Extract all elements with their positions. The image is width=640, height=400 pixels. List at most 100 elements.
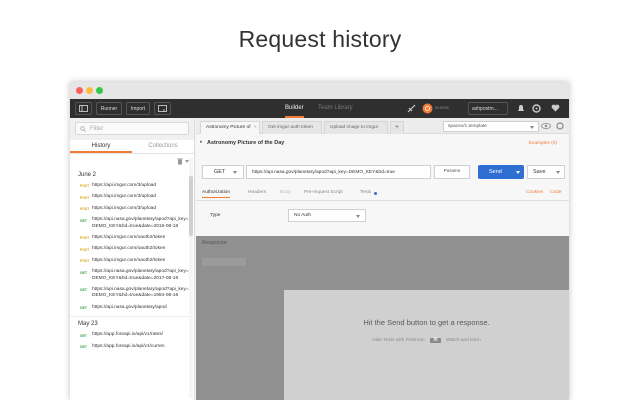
url-row: GET https://api.nasa.gov/planetary/apod?…: [196, 162, 569, 182]
history-item-url: https://api.nasa.gov/planetary/apod: [92, 304, 167, 310]
send-button[interactable]: Send: [478, 165, 524, 179]
history-item[interactable]: POST https://api.imgur.com/3/upload: [70, 183, 194, 189]
import-button[interactable]: Import: [126, 102, 150, 115]
tab-history[interactable]: History: [70, 140, 132, 153]
method-select[interactable]: GET: [202, 165, 244, 179]
history-item[interactable]: POST https://api.imgur.com/3/upload: [70, 194, 194, 200]
params-button[interactable]: Params: [434, 165, 470, 179]
maximize-window-button[interactable]: [96, 87, 103, 94]
request-tab[interactable]: Get imgur auth token: [262, 121, 322, 134]
history-item-url: https://api.nasa.gov/planetary/apod?api_…: [92, 269, 189, 281]
environment-value: spacex/1.template: [448, 124, 487, 129]
history-item-url: https://api.imgur.com/3/upload: [92, 183, 156, 188]
history-item[interactable]: GET https://api.nasa.gov/planetary/apod?a…: [70, 269, 194, 282]
settings-icon[interactable]: [556, 122, 564, 130]
tab-pre-request-script[interactable]: Pre-request Script: [304, 190, 343, 195]
tab-builder[interactable]: Builder: [285, 99, 304, 118]
cookies-link[interactable]: Cookies: [526, 190, 543, 195]
chevron-down-icon: [516, 171, 520, 174]
method-badge: GET: [80, 270, 87, 275]
chevron-down-icon: [530, 126, 534, 129]
history-item[interactable]: GET https://api.nasa.gov/planetary/apod?a…: [70, 287, 194, 300]
request-tab[interactable]: Upload image to imgur: [324, 121, 388, 134]
examples-link[interactable]: Examples (0): [529, 141, 557, 146]
tab-team-library[interactable]: Team Library: [318, 99, 353, 118]
request-name[interactable]: Astronomy Picture of the Day: [207, 140, 284, 146]
tab-authorization[interactable]: Authorization: [202, 190, 230, 198]
sidebar-tabs: History Collections: [70, 140, 194, 154]
settings-icon[interactable]: [532, 104, 541, 113]
filter-input[interactable]: Filter: [75, 122, 189, 135]
search-icon: [80, 125, 86, 132]
filter-placeholder: Filter: [90, 125, 104, 132]
tab-headers[interactable]: Headers: [248, 190, 266, 195]
sync-status: IN SYNC: [435, 106, 450, 110]
auth-type-value: No Auth: [294, 213, 312, 218]
sidebar-toggle-button[interactable]: [75, 102, 92, 115]
auth-section: Type No Auth: [196, 202, 569, 232]
filter-bar: Filter: [70, 118, 194, 140]
method-value: GET: [214, 169, 226, 175]
satellite-icon[interactable]: [407, 104, 416, 113]
tab-collections[interactable]: Collections: [132, 140, 194, 153]
bell-icon[interactable]: [517, 104, 525, 113]
method-badge: GET: [80, 218, 87, 223]
request-subtabs: Authorization Headers Body Pre-request S…: [196, 188, 569, 201]
app-window: Runner Import Builder Team Library IN SY…: [70, 82, 569, 400]
url-value: https://api.nasa.gov/planetary/apod?api_…: [252, 170, 395, 175]
close-icon[interactable]: ×: [254, 125, 257, 130]
tests-indicator-dot: [374, 192, 377, 195]
history-item[interactable]: POST https://api.imgur.com/oauth2/token: [70, 246, 194, 252]
history-item-url: https://api.imgur.com/oauth2/token: [92, 235, 166, 241]
history-item[interactable]: POST https://api.imgur.com/3/upload: [70, 206, 194, 212]
history-item[interactable]: POST https://api.imgur.com/oauth2/token: [70, 235, 194, 241]
code-link[interactable]: Code: [550, 190, 561, 195]
trash-icon[interactable]: [177, 158, 183, 165]
response-tabs-placeholder: [202, 258, 246, 266]
shortcut-hint-suffix[interactable]: Watch and learn: [446, 338, 481, 343]
shortcut-key-badge: ⌘: [429, 338, 441, 343]
history-item[interactable]: GET https://api.nasa.gov/planetary/apod?a…: [70, 217, 194, 230]
history-item-url: https://app.foreapi.io/api/v1/rates/: [92, 332, 163, 338]
environment-select[interactable]: spacex/1.template: [443, 121, 539, 132]
shortcut-hint-prefix: Hide Tests with Postman: [372, 338, 425, 343]
url-input[interactable]: https://api.nasa.gov/planetary/apod?api_…: [246, 165, 431, 179]
history-item-url: https://api.imgur.com/oauth2/token: [92, 246, 166, 252]
history-item-url: https://api.nasa.gov/planetary/apod?api_…: [92, 287, 189, 299]
workspace-selector[interactable]: ashpostm...: [468, 102, 508, 115]
history-item[interactable]: POST https://api.imgur.com/oauth2/token: [70, 258, 194, 264]
eye-icon[interactable]: [541, 123, 551, 129]
save-label: Save: [533, 169, 546, 175]
sync-icon[interactable]: [422, 103, 433, 114]
history-group-may-23: May 23 GET https://app.foreapi.io/api/v1/…: [70, 316, 194, 350]
method-badge: POST: [80, 195, 90, 200]
request-tab-label: Get imgur auth token: [268, 125, 313, 130]
new-tab-button[interactable]: +: [390, 121, 404, 134]
tab-body[interactable]: Body: [280, 190, 291, 195]
heart-icon[interactable]: [551, 104, 560, 112]
history-item-url: https://api.imgur.com/oauth2/token: [92, 257, 166, 263]
runner-button[interactable]: Runner: [96, 102, 122, 115]
method-badge: GET: [80, 288, 87, 293]
tab-tests[interactable]: Tests: [360, 190, 371, 195]
history-group-june-2: June 2 POST https://api.imgur.com/3/uploa…: [70, 168, 194, 311]
chevron-right-icon[interactable]: ▸: [200, 139, 203, 145]
history-group-date: June 2: [78, 172, 97, 178]
sidebar-scrollbar-thumb[interactable]: [189, 176, 193, 236]
history-item[interactable]: GET https://api.nasa.gov/planetary/apod: [70, 305, 194, 311]
save-button[interactable]: Save: [527, 165, 565, 179]
history-item[interactable]: GET https://app.foreapi.io/api/v1/rates/: [70, 332, 194, 338]
history-item-url: https://api.imgur.com/3/upload: [92, 205, 156, 211]
close-window-button[interactable]: [76, 87, 83, 94]
page-heading: Request history: [238, 26, 402, 52]
history-group-date: May 23: [78, 321, 98, 328]
request-builder: Astronomy Picture of × Get imgur auth to…: [196, 118, 569, 400]
minimize-window-button[interactable]: [86, 87, 93, 94]
request-tab-label: Upload image to imgur: [330, 125, 379, 130]
method-badge: GET: [80, 344, 87, 349]
auth-type-select[interactable]: No Auth: [288, 209, 366, 222]
history-item[interactable]: GET https://app.foreapi.io/api/v1/curren: [70, 344, 194, 350]
chevron-down-icon: [356, 215, 360, 218]
new-window-button[interactable]: [154, 102, 171, 115]
request-tab[interactable]: Astronomy Picture of ×: [200, 121, 260, 134]
